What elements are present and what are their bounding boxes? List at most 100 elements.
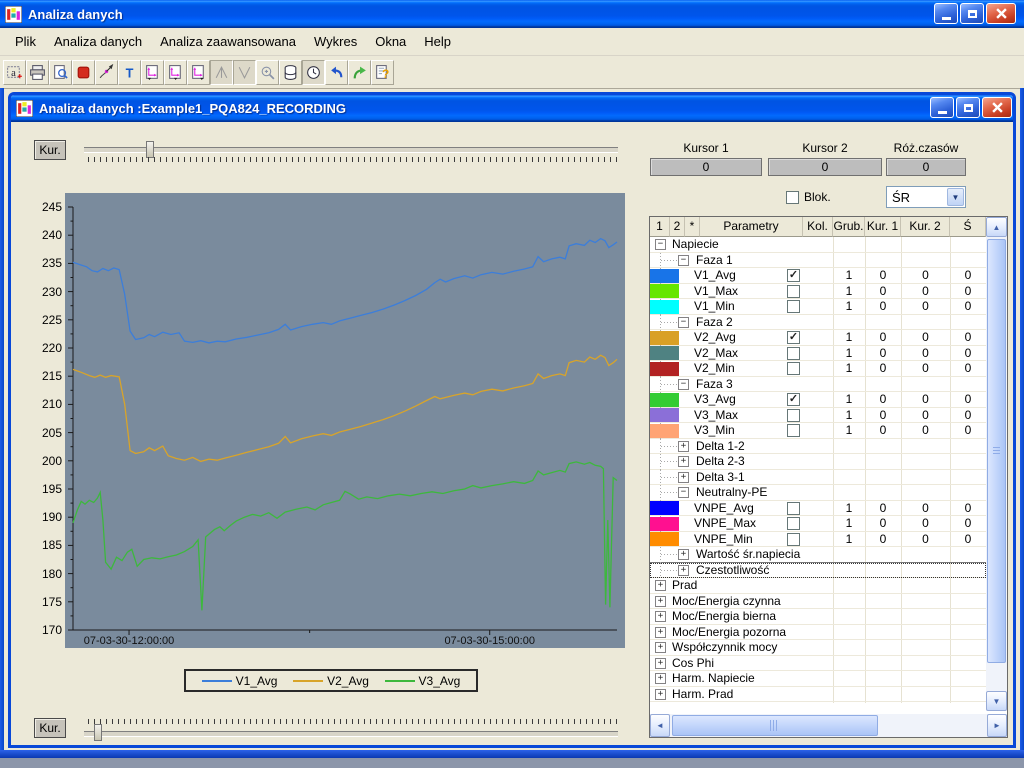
tree-row-wsp-czynnik-mocy[interactable]: +Współczynnik mocy xyxy=(650,640,986,656)
expand-icon[interactable]: + xyxy=(678,472,689,483)
expand-icon[interactable]: + xyxy=(678,549,689,560)
cursor-bottom-slider-thumb[interactable] xyxy=(94,724,102,741)
cursor-bottom-slider[interactable] xyxy=(84,731,618,737)
tree-row-harm-napiecie[interactable]: +Harm. Napiecie xyxy=(650,671,986,687)
row-checkbox-v1-min[interactable] xyxy=(787,300,800,313)
mode-dropdown[interactable]: ŚR ▼ xyxy=(886,186,966,208)
toolbar-redo-icon[interactable] xyxy=(348,60,371,85)
toolbar-valley-marks-icon[interactable] xyxy=(233,60,256,85)
color-swatch-vnpe-max[interactable] xyxy=(650,517,679,531)
toolbar-curve-tool-icon[interactable] xyxy=(95,60,118,85)
color-swatch-v2-min[interactable] xyxy=(650,362,679,376)
horizontal-scrollbar-thumb[interactable] xyxy=(672,715,878,736)
color-swatch-v2-max[interactable] xyxy=(650,346,679,360)
row-checkbox-v3-avg[interactable]: ✓ xyxy=(787,393,800,406)
scroll-left-button[interactable]: ◄ xyxy=(650,714,670,737)
tree-row-warto-r-napiecia[interactable]: +Wartość śr.napiecia xyxy=(650,547,986,563)
scroll-right-button[interactable]: ► xyxy=(987,714,1007,737)
col-header-[interactable]: Ś xyxy=(950,217,986,237)
tree-row-v1-min[interactable]: V1_Min1000 xyxy=(650,299,986,315)
tree-row-vnpe-min[interactable]: VNPE_Min1000 xyxy=(650,532,986,548)
row-checkbox-v3-min[interactable] xyxy=(787,424,800,437)
toolbar-clock-icon[interactable] xyxy=(302,60,325,85)
cursor-top-slider[interactable] xyxy=(84,147,618,153)
tree-row-moc-energia-bierna[interactable]: +Moc/Energia bierna xyxy=(650,609,986,625)
collapse-icon[interactable]: − xyxy=(678,487,689,498)
row-checkbox-v2-avg[interactable]: ✓ xyxy=(787,331,800,344)
tree-row-faza-2[interactable]: −Faza 2 xyxy=(650,315,986,331)
col-header-kur-1[interactable]: Kur. 1 xyxy=(865,217,901,237)
block-checkbox[interactable] xyxy=(786,191,799,204)
color-swatch-v1-max[interactable] xyxy=(650,284,679,298)
collapse-icon[interactable]: − xyxy=(655,239,666,250)
menu-item-analiza-danych[interactable]: Analiza danych xyxy=(45,31,151,52)
row-checkbox-v3-max[interactable] xyxy=(787,409,800,422)
vertical-scrollbar-thumb[interactable] xyxy=(987,239,1006,663)
scroll-down-button[interactable]: ▼ xyxy=(986,691,1007,711)
tree-row-czestotliwo[interactable]: +Czestotliwość xyxy=(650,563,986,579)
tree-row-vnpe-avg[interactable]: VNPE_Avg1000 xyxy=(650,501,986,517)
expand-icon[interactable]: + xyxy=(655,580,666,591)
toolbar-help-icon[interactable]: ? xyxy=(371,60,394,85)
col-header-[interactable]: * xyxy=(685,217,700,237)
row-checkbox-vnpe-max[interactable] xyxy=(787,517,800,530)
color-swatch-v3-avg[interactable] xyxy=(650,393,679,407)
menu-item-analiza-zaawansowana[interactable]: Analiza zaawansowana xyxy=(151,31,305,52)
col-header-grub[interactable]: Grub. xyxy=(833,217,865,237)
tree-row-faza-3[interactable]: −Faza 3 xyxy=(650,377,986,393)
tree-row-v2-min[interactable]: V2_Min1000 xyxy=(650,361,986,377)
menu-item-okna[interactable]: Okna xyxy=(366,31,415,52)
collapse-icon[interactable]: − xyxy=(678,317,689,328)
toolbar-axis-page-left-icon[interactable] xyxy=(141,60,164,85)
expand-icon[interactable]: + xyxy=(655,673,666,684)
expand-icon[interactable]: + xyxy=(655,658,666,669)
color-swatch-vnpe-min[interactable] xyxy=(650,532,679,546)
expand-icon[interactable]: + xyxy=(678,441,689,452)
toolbar-database-icon[interactable] xyxy=(279,60,302,85)
menu-item-help[interactable]: Help xyxy=(415,31,460,52)
tree-row-napiecie[interactable]: −Napiecie xyxy=(650,237,986,253)
col-header-2[interactable]: 2 xyxy=(670,217,685,237)
toolbar-print-icon[interactable] xyxy=(26,60,49,85)
tree-row-harm-prad[interactable]: +Harm. Prad xyxy=(650,687,986,703)
tree-row-cos-phi[interactable]: +Cos Phi xyxy=(650,656,986,672)
tree-row-v3-min[interactable]: V3_Min1000 xyxy=(650,423,986,439)
menu-item-plik[interactable]: Plik xyxy=(6,31,45,52)
color-swatch-v3-max[interactable] xyxy=(650,408,679,422)
chevron-down-icon[interactable]: ▼ xyxy=(947,188,964,206)
chart-plot-area[interactable]: 07-03-30-12:00:0007-03-30-15:00:00 xyxy=(65,193,625,648)
cursor-top-button[interactable]: Kur. xyxy=(34,140,66,160)
tree-row-prad[interactable]: +Prad xyxy=(650,578,986,594)
expand-icon[interactable]: + xyxy=(678,456,689,467)
collapse-icon[interactable]: − xyxy=(678,379,689,390)
expand-icon[interactable]: + xyxy=(678,565,689,576)
expand-icon[interactable]: + xyxy=(655,627,666,638)
expand-icon[interactable]: + xyxy=(655,611,666,622)
maximize-button[interactable] xyxy=(960,3,984,24)
toolbar-axis-page-mid-icon[interactable] xyxy=(164,60,187,85)
tree-row-delta-1-2[interactable]: +Delta 1-2 xyxy=(650,439,986,455)
cursor-bottom-button[interactable]: Kur. xyxy=(34,718,66,738)
expand-icon[interactable]: + xyxy=(655,689,666,700)
col-header-kur-2[interactable]: Kur. 2 xyxy=(901,217,950,237)
toolbar-axis-page-right-icon[interactable] xyxy=(187,60,210,85)
tree-row-v3-avg[interactable]: V3_Avg✓1000 xyxy=(650,392,986,408)
cursor-top-slider-thumb[interactable] xyxy=(146,141,154,158)
row-checkbox-v2-min[interactable] xyxy=(787,362,800,375)
tree-row-moc-energia-czynna[interactable]: +Moc/Energia czynna xyxy=(650,594,986,610)
tree-row-v1-avg[interactable]: V1_Avg✓1000 xyxy=(650,268,986,284)
inner-close-button[interactable] xyxy=(982,97,1012,118)
toolbar-print-preview-icon[interactable] xyxy=(49,60,72,85)
toolbar-undo-icon[interactable] xyxy=(325,60,348,85)
color-swatch-v3-min[interactable] xyxy=(650,424,679,438)
col-header-parametry[interactable]: Parametry xyxy=(700,217,803,237)
toolbar-label-tool-icon[interactable]: a xyxy=(3,60,26,85)
scroll-up-button[interactable]: ▲ xyxy=(986,217,1007,237)
menu-item-wykres[interactable]: Wykres xyxy=(305,31,366,52)
row-checkbox-vnpe-min[interactable] xyxy=(787,533,800,546)
tree-row-neutralny-pe[interactable]: −Neutralny-PE xyxy=(650,485,986,501)
row-checkbox-v2-max[interactable] xyxy=(787,347,800,360)
color-swatch-v1-min[interactable] xyxy=(650,300,679,314)
toolbar-record-icon[interactable] xyxy=(72,60,95,85)
color-swatch-v1-avg[interactable] xyxy=(650,269,679,283)
